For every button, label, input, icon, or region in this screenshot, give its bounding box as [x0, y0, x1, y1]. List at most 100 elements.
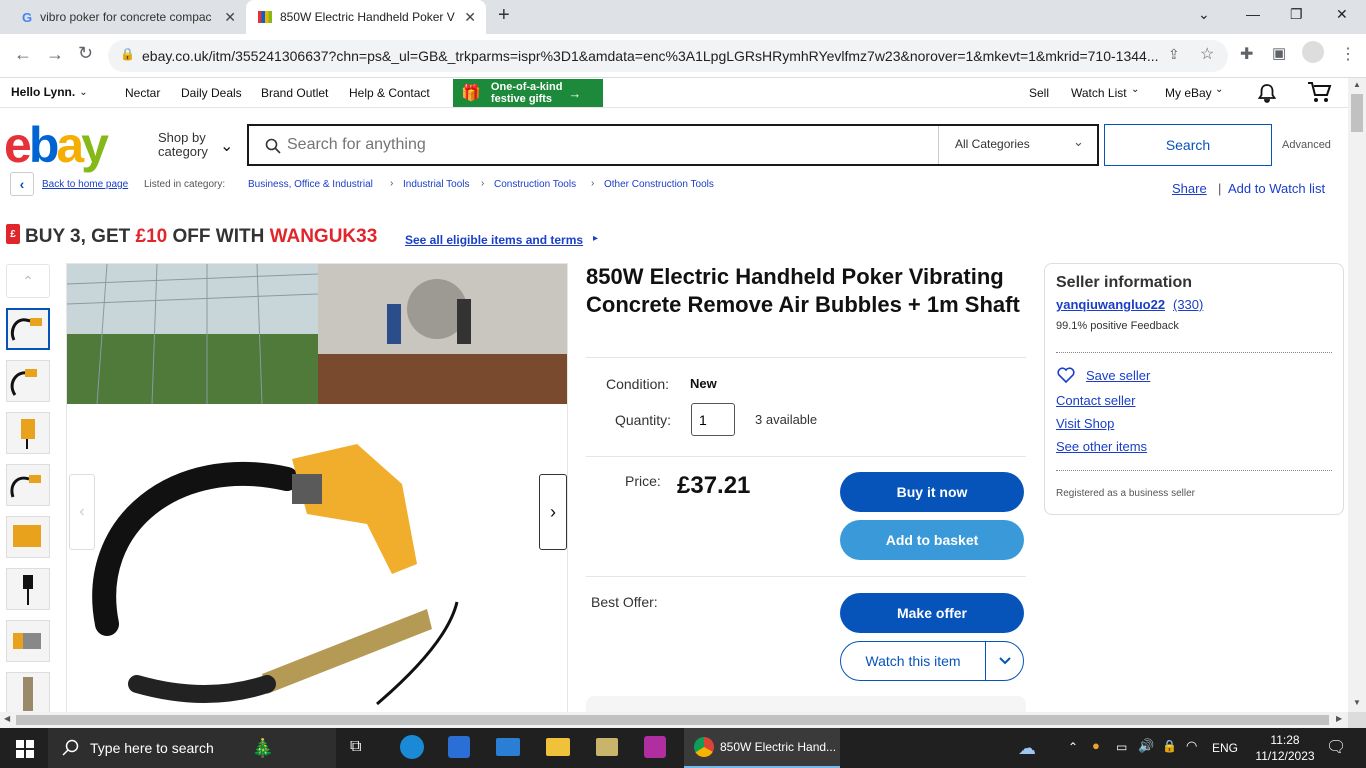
profile-avatar[interactable] [1302, 41, 1324, 63]
add-to-watch-list-link[interactable]: Add to Watch list [1228, 181, 1325, 196]
chevron-down-icon[interactable] [997, 654, 1013, 668]
breadcrumb-item[interactable]: Industrial Tools [403, 179, 470, 190]
thumbnail-2[interactable] [6, 360, 50, 402]
shop-by-category[interactable]: Shop by category [158, 131, 208, 159]
divider [586, 576, 1026, 577]
edge-icon[interactable] [400, 735, 424, 759]
scrollbar-thumb[interactable] [16, 715, 1329, 725]
thumbnail-6[interactable] [6, 568, 50, 610]
breadcrumb-item[interactable]: Other Construction Tools [604, 179, 714, 190]
thumbnail-7[interactable] [6, 620, 50, 662]
extensions-icon[interactable]: ✚ [1240, 44, 1253, 64]
close-tab-icon[interactable]: ✕ [224, 9, 236, 26]
advanced-search-link[interactable]: Advanced [1282, 139, 1331, 151]
festive-gifts-banner[interactable]: 🎁 One-of-a-kind festive gifts → [453, 79, 603, 107]
close-window-icon[interactable]: ✕ [1336, 6, 1348, 23]
windows-start-icon[interactable] [16, 740, 34, 758]
mail-icon[interactable] [496, 738, 520, 756]
wifi-icon[interactable]: ◠ [1186, 738, 1197, 754]
scroll-up-arrow-icon[interactable]: ▲ [1353, 80, 1361, 89]
seller-name-link[interactable]: yanqiuwangluo22 [1056, 297, 1165, 312]
search-input[interactable] [287, 132, 927, 158]
tab-title: vibro poker for concrete compac [40, 10, 212, 24]
volume-icon[interactable]: 🔊 [1138, 738, 1154, 754]
main-product-image[interactable]: ‹ › [66, 263, 568, 712]
scroll-right-arrow-icon[interactable]: ▶ [1336, 714, 1342, 723]
save-seller-link[interactable]: Save seller [1086, 368, 1150, 383]
cart-icon[interactable] [1306, 80, 1332, 104]
store-icon[interactable] [448, 736, 470, 758]
weather-cloud-icon[interactable]: ☁ [1018, 738, 1036, 759]
quantity-input[interactable] [691, 403, 735, 436]
scroll-left-arrow-icon[interactable]: ◀ [4, 714, 10, 723]
buy-it-now-button[interactable]: Buy it now [840, 472, 1024, 512]
thumbnail-scroll-up-button[interactable]: ⌃ [6, 264, 50, 298]
breadcrumb-item[interactable]: Business, Office & Industrial [248, 179, 373, 190]
ebay-logo[interactable]: ebay [4, 116, 109, 174]
url-text: ebay.co.uk/itm/355241306637?chn=ps&_ul=G… [142, 48, 1159, 64]
thumbnail-1[interactable] [6, 308, 50, 350]
maximize-icon[interactable]: ❐ [1290, 6, 1303, 23]
bookmark-star-icon[interactable]: ☆ [1200, 44, 1214, 64]
category-select[interactable]: All Categories [955, 137, 1030, 151]
url-field[interactable]: 🔒 ebay.co.uk/itm/355241306637?chn=ps&_ul… [108, 40, 1228, 72]
close-tab-icon[interactable]: ✕ [464, 9, 476, 26]
notification-icon[interactable]: 🗨 [1326, 737, 1346, 757]
clock[interactable]: 11:28 11/12/2023 [1252, 732, 1318, 764]
sell-link[interactable]: Sell [1029, 86, 1049, 100]
contact-seller-link[interactable]: Contact seller [1056, 393, 1135, 408]
search-button[interactable]: Search [1104, 124, 1272, 166]
watch-list-link[interactable]: Watch List [1071, 86, 1127, 100]
thumbnail-5[interactable] [6, 516, 50, 558]
taskbar-chrome-app[interactable]: 850W Electric Hand... [684, 728, 840, 768]
eligible-items-link[interactable]: See all eligible items and terms [405, 233, 583, 247]
horizontal-scrollbar[interactable]: ◀ ▶ [0, 712, 1348, 728]
bell-icon[interactable] [1256, 82, 1278, 104]
tab-google-search[interactable]: G vibro poker for concrete compac ✕ [8, 0, 246, 34]
dotted-divider [1056, 352, 1332, 353]
chevron-down-icon[interactable]: ⌄ [1198, 6, 1210, 23]
help-contact-link[interactable]: Help & Contact [349, 86, 430, 100]
daily-deals-link[interactable]: Daily Deals [181, 86, 242, 100]
thumbnail-4[interactable] [6, 464, 50, 506]
watch-this-item-button[interactable]: Watch this item [841, 642, 985, 680]
thumbnail-8[interactable] [6, 672, 50, 712]
back-arrow-icon[interactable]: ← [14, 44, 32, 65]
taskbar-search-box[interactable]: Type here to search 🎄 [48, 728, 336, 768]
thumbnail-3[interactable] [6, 412, 50, 454]
share-page-icon[interactable]: ⇪ [1168, 46, 1180, 63]
language-indicator[interactable]: ENG [1212, 741, 1238, 755]
back-chevron-icon[interactable]: ‹ [10, 172, 34, 196]
vertical-scrollbar[interactable]: ▲ ▼ [1348, 78, 1366, 712]
make-offer-button[interactable]: Make offer [840, 593, 1024, 633]
file-explorer-icon[interactable] [546, 738, 570, 756]
prev-image-button[interactable]: ‹ [69, 474, 95, 550]
see-other-items-link[interactable]: See other items [1056, 439, 1147, 454]
forward-arrow-icon[interactable]: → [46, 44, 64, 65]
app-icon[interactable] [644, 736, 666, 758]
battery-icon[interactable]: ▭ [1116, 740, 1127, 754]
minimize-icon[interactable]: — [1246, 6, 1260, 22]
breadcrumb-item[interactable]: Construction Tools [494, 179, 576, 190]
back-to-home-link[interactable]: Back to home page [42, 179, 128, 190]
app-icon[interactable] [596, 738, 618, 756]
visit-shop-link[interactable]: Visit Shop [1056, 416, 1114, 431]
new-tab-icon[interactable]: + [498, 4, 510, 27]
heart-icon[interactable] [1057, 367, 1075, 383]
greeting[interactable]: Hello Lynn. ⌄ [11, 85, 88, 99]
add-to-basket-button[interactable]: Add to basket [840, 520, 1024, 560]
side-panel-icon[interactable]: ▣ [1272, 44, 1286, 62]
menu-dots-icon[interactable]: ⋮ [1340, 44, 1356, 64]
reload-icon[interactable]: ↻ [78, 43, 93, 64]
brand-outlet-link[interactable]: Brand Outlet [261, 86, 328, 100]
scrollbar-thumb[interactable] [1351, 94, 1363, 132]
share-link[interactable]: Share [1172, 181, 1207, 196]
nectar-link[interactable]: Nectar [125, 86, 160, 100]
tab-ebay-item[interactable]: 850W Electric Handheld Poker V ✕ [246, 0, 486, 34]
scroll-down-arrow-icon[interactable]: ▼ [1353, 698, 1361, 707]
chevron-up-icon[interactable]: ⌃ [1068, 740, 1078, 754]
my-ebay-link[interactable]: My eBay [1165, 86, 1212, 100]
task-view-icon[interactable]: ⧉ [350, 738, 361, 756]
feedback-score-link[interactable]: (330) [1173, 297, 1203, 312]
next-image-button[interactable]: › [539, 474, 567, 550]
